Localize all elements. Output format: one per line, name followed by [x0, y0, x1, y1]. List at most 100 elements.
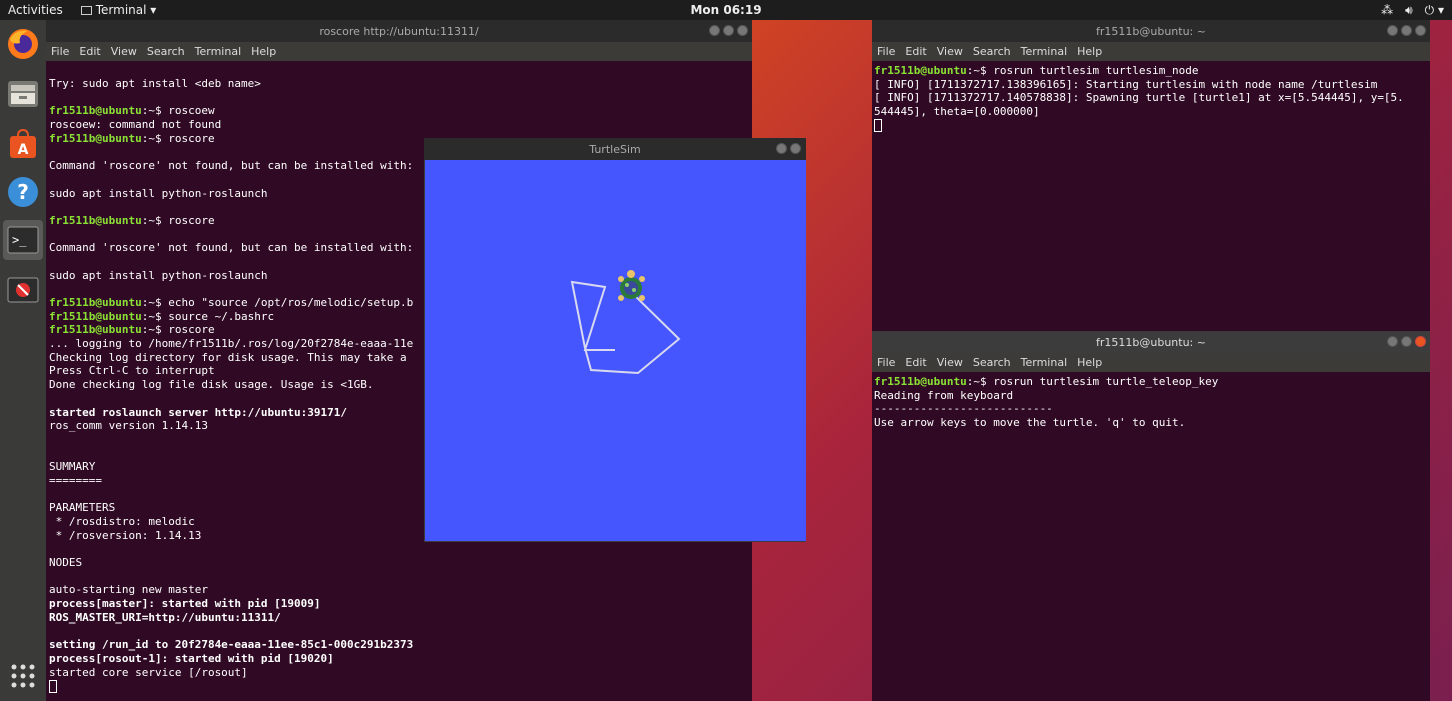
- minimize-button[interactable]: [776, 143, 787, 154]
- close-button[interactable]: [1415, 25, 1426, 36]
- minimize-button[interactable]: [709, 25, 720, 36]
- network-icon[interactable]: ⁂: [1381, 3, 1393, 18]
- shell-prompt: fr1511b@ubuntu: [49, 213, 142, 227]
- close-button[interactable]: [790, 143, 801, 154]
- output-text: 544445], theta=[0.000000]: [874, 105, 1040, 119]
- maximize-button[interactable]: [1401, 336, 1412, 347]
- terminal-line: Try: sudo apt install <deb name>: [49, 77, 749, 91]
- menu-item-terminal[interactable]: Terminal: [195, 45, 242, 58]
- menu-item-file[interactable]: File: [877, 356, 895, 369]
- menu-item-view[interactable]: View: [111, 45, 137, 58]
- command-text: :~$ roscore: [141, 131, 215, 145]
- software-center-icon[interactable]: A: [3, 124, 43, 164]
- menu-item-search[interactable]: Search: [973, 45, 1011, 58]
- window-title: roscore http://ubuntu:11311/: [319, 24, 479, 38]
- window-titlebar[interactable]: fr1511b@ubuntu: ~: [872, 20, 1430, 42]
- terminal-line: [ INFO] [1711372717.138396165]: Starting…: [874, 78, 1428, 92]
- terminal-line: process[rosout-1]: started with pid [190…: [49, 652, 749, 666]
- menu-item-search[interactable]: Search: [147, 45, 185, 58]
- output-text: Checking log directory for disk usage. T…: [49, 350, 407, 364]
- menu-item-help[interactable]: Help: [1077, 45, 1102, 58]
- window-titlebar[interactable]: TurtleSim: [424, 138, 806, 160]
- command-text: :~$ roscoew: [141, 104, 215, 118]
- menu-item-edit[interactable]: Edit: [905, 356, 926, 369]
- svg-text:A: A: [18, 142, 29, 158]
- terminal-line: started core service [/rosout]: [49, 666, 749, 680]
- shell-prompt: fr1511b@ubuntu: [49, 323, 142, 337]
- output-text: ... logging to /home/fr1511b/.ros/log/20…: [49, 337, 414, 351]
- volume-icon[interactable]: 🔊︎: [1405, 3, 1413, 18]
- app-menu-label: Terminal ▾: [95, 3, 157, 17]
- files-icon[interactable]: [3, 74, 43, 114]
- app-grid-icon[interactable]: [3, 656, 43, 696]
- output-text: sudo apt install python-roslaunch: [49, 186, 268, 200]
- help-icon[interactable]: ?: [3, 172, 43, 212]
- terminal-app-menu[interactable]: Terminal ▾: [80, 3, 157, 17]
- close-button[interactable]: [737, 25, 748, 36]
- terminal-line: fr1511b@ubuntu:~$ roscoew: [49, 104, 749, 118]
- terminal-output[interactable]: fr1511b@ubuntu:~$ rosrun turtlesim turtl…: [873, 62, 1429, 322]
- maximize-button[interactable]: [723, 25, 734, 36]
- output-text: * /rosversion: 1.14.13: [49, 528, 202, 542]
- terminal-line: fr1511b@ubuntu:~$ rosrun turtlesim turtl…: [874, 375, 1428, 389]
- menu-bar: File Edit View Search Terminal Help: [46, 42, 752, 61]
- terminal-line: auto-starting new master: [49, 583, 749, 597]
- output-text: Command 'roscore' not found, but can be …: [49, 241, 414, 255]
- output-text: Try: sudo apt install <deb name>: [49, 77, 261, 90]
- terminal-line: NODES: [49, 556, 749, 570]
- shell-prompt: fr1511b@ubuntu: [874, 64, 967, 77]
- terminal-line: roscoew: command not found: [49, 118, 749, 132]
- menu-item-help[interactable]: Help: [1077, 356, 1102, 369]
- shell-prompt: fr1511b@ubuntu: [49, 309, 142, 323]
- menu-bar: File Edit View Search Terminal Help: [872, 42, 1430, 61]
- teleop-terminal-window[interactable]: fr1511b@ubuntu: ~ File Edit View Search Term…: [872, 331, 1430, 701]
- window-titlebar[interactable]: roscore http://ubuntu:11311/: [46, 20, 752, 42]
- output-text: auto-starting new master: [49, 583, 208, 597]
- command-text: :~$ roscore: [141, 323, 215, 337]
- clock[interactable]: Mon 06:19: [690, 3, 761, 17]
- maximize-button[interactable]: [1401, 25, 1412, 36]
- output-text: NODES: [49, 556, 83, 570]
- shell-prompt: fr1511b@ubuntu: [49, 131, 142, 145]
- command-text: :~$ rosrun turtlesim turtlesim_node: [966, 64, 1199, 77]
- firefox-icon[interactable]: [3, 24, 43, 64]
- terminal-icon[interactable]: >_: [3, 220, 43, 260]
- shell-prompt: fr1511b@ubuntu: [49, 104, 142, 118]
- output-text: ---------------------------: [874, 402, 1053, 416]
- shell-prompt: fr1511b@ubuntu: [874, 375, 967, 388]
- command-text: :~$ source ~/.bashrc: [141, 309, 275, 323]
- close-button[interactable]: [1415, 336, 1426, 347]
- terminal-line: setting /run_id to 20f2784e-eaaa-11ee-85…: [49, 638, 749, 652]
- menu-item-view[interactable]: View: [937, 356, 963, 369]
- menu-item-edit[interactable]: Edit: [905, 45, 926, 58]
- power-icon[interactable]: ⏻ ▾: [1425, 3, 1444, 18]
- menu-item-edit[interactable]: Edit: [79, 45, 100, 58]
- menu-item-help[interactable]: Help: [251, 45, 276, 58]
- dock: A ? >_: [0, 20, 46, 701]
- menu-item-search[interactable]: Search: [973, 356, 1011, 369]
- terminal-line: Use arrow keys to move the turtle. 'q' t…: [874, 416, 1428, 430]
- terminal-line: ---------------------------: [874, 402, 1428, 416]
- terminal-line: Reading from keyboard: [874, 389, 1428, 403]
- window-title: TurtleSim: [589, 142, 641, 156]
- turtlesim-window[interactable]: TurtleSim: [424, 138, 806, 542]
- menu-item-terminal[interactable]: Terminal: [1021, 356, 1068, 369]
- output-text: Done checking log file disk usage. Usage…: [49, 378, 374, 392]
- system-tray[interactable]: ⁂ 🔊︎ ⏻ ▾: [1381, 3, 1444, 18]
- blocked-app-icon[interactable]: [3, 270, 43, 310]
- minimize-button[interactable]: [1387, 336, 1398, 347]
- output-text: SUMMARY: [49, 460, 96, 474]
- output-text: process[master]: started with pid [19009…: [49, 597, 321, 611]
- minimize-button[interactable]: [1387, 25, 1398, 36]
- output-text: PARAMETERS: [49, 501, 116, 515]
- menu-item-terminal[interactable]: Terminal: [1021, 45, 1068, 58]
- menu-item-file[interactable]: File: [51, 45, 69, 58]
- output-text: [ INFO] [1711372717.138396165]: Starting…: [874, 77, 1378, 91]
- activities-button[interactable]: Activities: [0, 3, 71, 17]
- terminal-output[interactable]: fr1511b@ubuntu:~$ rosrun turtlesim turtl…: [873, 373, 1429, 693]
- menu-item-view[interactable]: View: [937, 45, 963, 58]
- window-titlebar[interactable]: fr1511b@ubuntu: ~: [872, 331, 1430, 353]
- menu-item-file[interactable]: File: [877, 45, 895, 58]
